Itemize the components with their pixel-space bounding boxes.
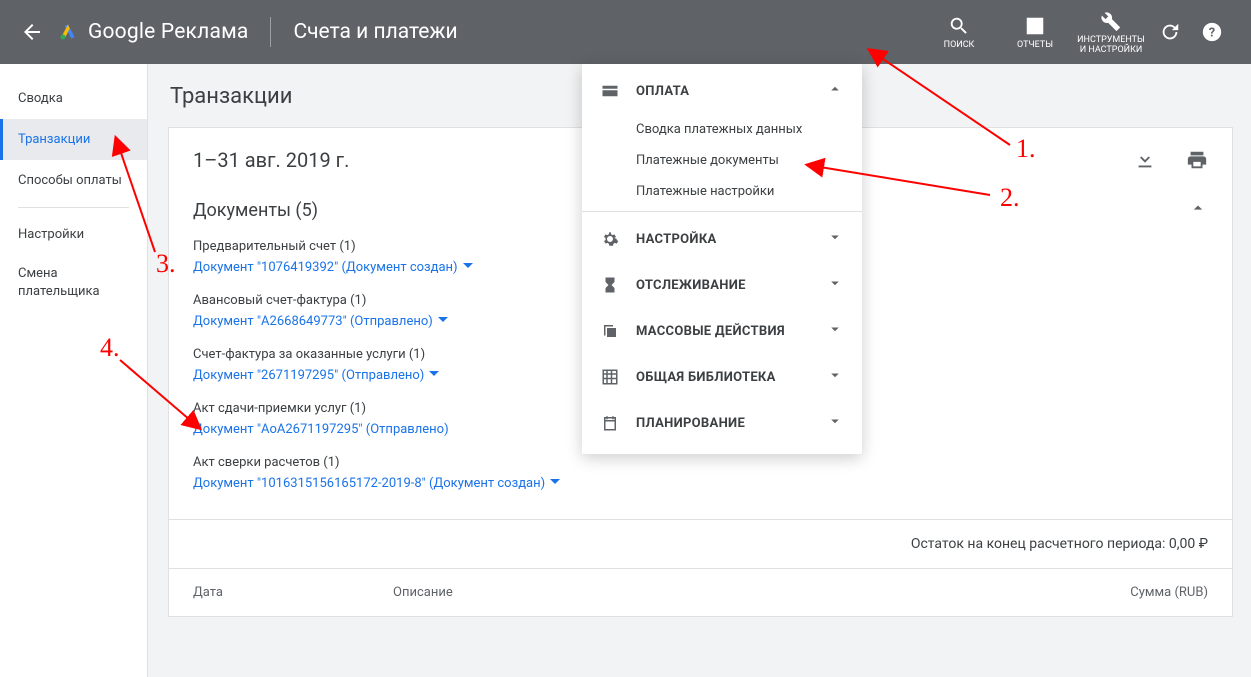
sidebar-item-payment-methods[interactable]: Способы оплаты xyxy=(0,160,147,201)
card-tools xyxy=(1134,149,1208,171)
menu-item-payment-documents[interactable]: Платежные документы xyxy=(582,145,862,176)
caret-down-icon xyxy=(463,260,473,275)
header-actions: ПОИСК ОТЧЕТЫ ИНСТРУМЕНТЫ И НАСТРОЙКИ ? xyxy=(921,0,1233,64)
print-icon[interactable] xyxy=(1186,149,1208,171)
chevron-up-icon xyxy=(826,80,844,102)
menu-item-payment-summary[interactable]: Сводка платежных данных xyxy=(582,114,862,145)
wrench-icon xyxy=(1100,10,1122,32)
menu-section-library[interactable]: ОБЩАЯ БИБЛИОТЕКА xyxy=(582,354,862,400)
svg-text:?: ? xyxy=(1209,26,1215,41)
reports-label: ОТЧЕТЫ xyxy=(1017,40,1053,50)
doc-link[interactable]: Документ "1016315156165172-2019-8" (Доку… xyxy=(193,476,560,491)
tools-button[interactable]: ИНСТРУМЕНТЫ И НАСТРОЙКИ xyxy=(1073,0,1149,64)
product-name: Google Реклама xyxy=(88,20,248,44)
google-ads-icon xyxy=(58,22,78,42)
chevron-down-icon xyxy=(826,228,844,250)
back-button[interactable] xyxy=(20,20,44,44)
refresh-icon xyxy=(1159,21,1181,43)
page-title: Счета и платежи xyxy=(293,20,457,44)
menu-section-bulk[interactable]: МАССОВЫЕ ДЕЙСТВИЯ xyxy=(582,308,862,354)
tools-dropdown: ОПЛАТА Сводка платежных данных Платежные… xyxy=(582,64,862,454)
chevron-up-icon xyxy=(1188,198,1208,218)
calendar-icon xyxy=(600,413,620,433)
menu-section-tracking[interactable]: ОТСЛЕЖИВАНИЕ xyxy=(582,262,862,308)
app-header: Google Реклама Счета и платежи ПОИСК ОТЧ… xyxy=(0,0,1251,64)
col-sum: Сумма (RUB) xyxy=(1058,585,1208,600)
card-icon xyxy=(600,81,620,101)
table-header: Дата Описание Сумма (RUB) xyxy=(169,568,1232,616)
help-button[interactable]: ? xyxy=(1191,21,1233,43)
caret-down-icon xyxy=(438,314,448,329)
caret-down-icon xyxy=(550,476,560,491)
refresh-button[interactable] xyxy=(1149,21,1191,43)
menu-section-payment[interactable]: ОПЛАТА xyxy=(582,68,862,114)
search-icon xyxy=(948,15,970,37)
search-label: ПОИСК xyxy=(944,40,975,50)
tools-label: ИНСТРУМЕНТЫ И НАСТРОЙКИ xyxy=(1077,35,1145,55)
reports-button[interactable]: ОТЧЕТЫ xyxy=(997,0,1073,64)
menu-section-setup[interactable]: НАСТРОЙКА xyxy=(582,216,862,262)
sidebar-item-transactions[interactable]: Транзакции xyxy=(0,119,147,160)
reports-icon xyxy=(1024,15,1046,37)
menu-item-payment-settings[interactable]: Платежные настройки xyxy=(582,176,862,207)
help-icon: ? xyxy=(1201,21,1223,43)
sidebar-item-settings[interactable]: Настройки xyxy=(0,214,147,255)
caret-down-icon xyxy=(429,368,439,383)
header-divider xyxy=(270,17,271,47)
col-date: Дата xyxy=(193,585,393,600)
date-range: 1–31 авг. 2019 г. xyxy=(193,148,349,172)
chevron-down-icon xyxy=(826,320,844,342)
gear-icon xyxy=(600,229,620,249)
col-description: Описание xyxy=(393,585,1058,600)
sidebar: Сводка Транзакции Способы оплаты Настрой… xyxy=(0,64,148,677)
search-button[interactable]: ПОИСК xyxy=(921,0,997,64)
sidebar-item-change-payer[interactable]: Смена плательщика xyxy=(0,255,147,311)
balance-row: Остаток на конец расчетного периода: 0,0… xyxy=(169,519,1232,568)
menu-divider xyxy=(582,211,862,212)
menu-section-planning[interactable]: ПЛАНИРОВАНИЕ xyxy=(582,400,862,446)
copy-icon xyxy=(600,321,620,341)
doc-link[interactable]: Документ "A2668649773" (Отправлено) xyxy=(193,314,448,329)
doc-link[interactable]: Документ "2671197295" (Отправлено) xyxy=(193,368,439,383)
chevron-down-icon xyxy=(826,412,844,434)
doc-group-label: Акт сверки расчетов (1) xyxy=(193,455,1208,470)
chevron-down-icon xyxy=(826,274,844,296)
doc-group: Акт сверки расчетов (1) Документ "101631… xyxy=(193,455,1208,491)
doc-link[interactable]: Документ "1076419392" (Документ создан) xyxy=(193,260,473,275)
download-icon[interactable] xyxy=(1134,149,1156,171)
product-logo[interactable]: Google Реклама xyxy=(58,20,248,44)
chevron-down-icon xyxy=(826,366,844,388)
grid-icon xyxy=(600,367,620,387)
doc-link[interactable]: Документ "AoA2671197295" (Отправлено) xyxy=(193,422,449,437)
hourglass-icon xyxy=(600,275,620,295)
collapse-button[interactable] xyxy=(1188,198,1208,222)
sidebar-item-summary[interactable]: Сводка xyxy=(0,78,147,119)
sidebar-divider xyxy=(18,207,129,208)
